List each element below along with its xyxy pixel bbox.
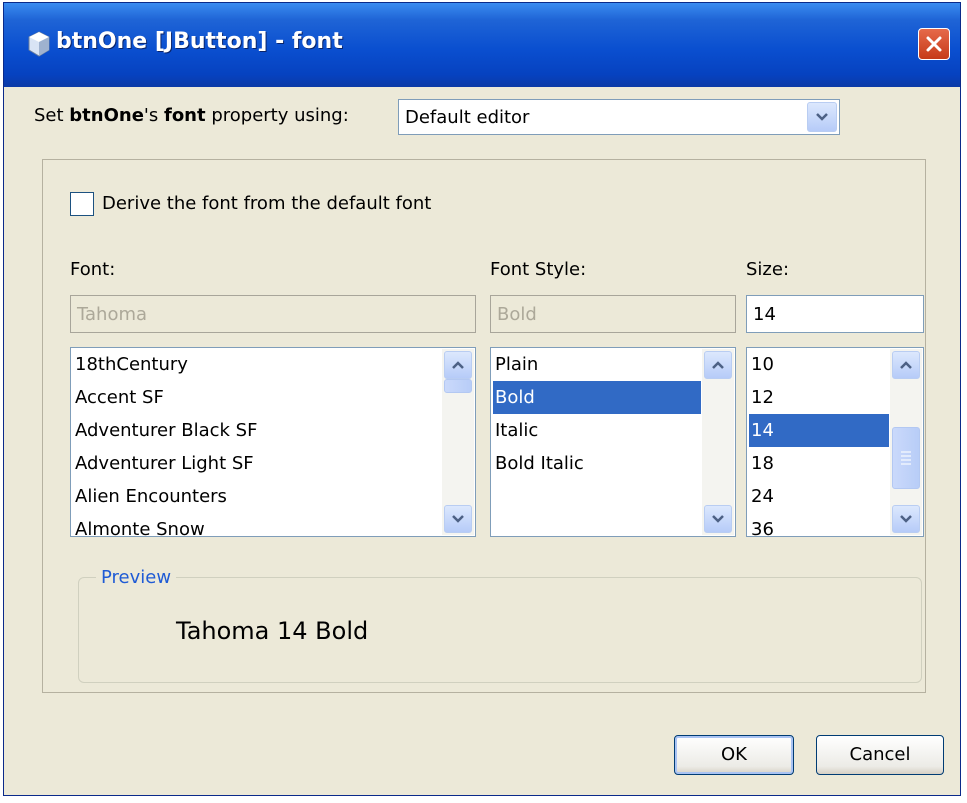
dialog-content: Set btnOne's font property using: Defaul… bbox=[8, 87, 956, 791]
font-style-field[interactable]: Bold bbox=[490, 295, 736, 333]
derive-font-label: Derive the font from the default font bbox=[102, 193, 432, 214]
editor-prompt: Set btnOne's font property using: bbox=[34, 105, 349, 126]
close-icon bbox=[926, 36, 942, 52]
list-item[interactable]: 10 bbox=[749, 348, 889, 381]
scroll-down-button[interactable] bbox=[444, 505, 472, 533]
component-name: btnOne bbox=[69, 105, 144, 126]
list-item[interactable]: 18 bbox=[749, 447, 889, 480]
scroll-up-button[interactable] bbox=[704, 351, 732, 379]
size-field[interactable]: 14 bbox=[746, 295, 924, 333]
size-list-scrollbar[interactable] bbox=[890, 349, 922, 535]
list-item-selected[interactable]: 14 bbox=[749, 414, 889, 447]
size-label: Size: bbox=[746, 259, 790, 280]
grip-icon bbox=[901, 451, 911, 465]
font-style-list-scrollbar[interactable] bbox=[702, 349, 734, 535]
list-item[interactable]: Italic bbox=[493, 414, 701, 447]
derive-font-checkbox[interactable] bbox=[70, 192, 94, 216]
list-item[interactable]: 12 bbox=[749, 381, 889, 414]
chevron-down-icon bbox=[900, 515, 912, 523]
font-name-field[interactable]: Tahoma bbox=[70, 295, 476, 333]
scroll-up-button[interactable] bbox=[444, 351, 472, 379]
list-item[interactable]: 24 bbox=[749, 480, 889, 513]
scroll-down-button[interactable] bbox=[892, 505, 920, 533]
property-name: font bbox=[163, 105, 206, 126]
font-label: Font: bbox=[70, 259, 116, 280]
list-item[interactable]: Adventurer Black SF bbox=[73, 414, 257, 447]
preview-sample-text: Tahoma 14 Bold bbox=[176, 617, 369, 645]
font-list-scrollbar[interactable] bbox=[442, 349, 474, 535]
chevron-down-icon bbox=[712, 515, 724, 523]
scroll-down-button[interactable] bbox=[704, 505, 732, 533]
window-title: btnOne [JButton] - font bbox=[56, 29, 343, 54]
list-item[interactable]: 18thCentury bbox=[73, 348, 188, 381]
font-style-list[interactable]: Plain Bold Italic Bold Italic bbox=[490, 347, 736, 537]
title-bar[interactable]: btnOne [JButton] - font bbox=[4, 3, 960, 87]
list-item[interactable]: Almonte Snow bbox=[73, 513, 205, 536]
editor-select[interactable]: Default editor bbox=[398, 99, 840, 135]
chevron-up-icon bbox=[712, 361, 724, 369]
list-item[interactable]: Plain bbox=[493, 348, 701, 381]
font-list[interactable]: 18thCentury Accent SF Adventurer Black S… bbox=[70, 347, 476, 537]
list-item[interactable]: Accent SF bbox=[73, 381, 164, 414]
list-item[interactable]: Adventurer Light SF bbox=[73, 447, 254, 480]
bean-icon bbox=[28, 31, 50, 57]
font-style-label: Font Style: bbox=[490, 259, 587, 280]
scroll-up-button[interactable] bbox=[892, 351, 920, 379]
list-item[interactable]: Alien Encounters bbox=[73, 480, 227, 513]
scroll-thumb[interactable] bbox=[444, 379, 472, 393]
ok-button[interactable]: OK bbox=[674, 735, 794, 775]
list-item-selected[interactable]: Bold bbox=[493, 381, 701, 414]
size-list[interactable]: 10 12 14 18 24 36 bbox=[746, 347, 924, 537]
close-button[interactable] bbox=[918, 28, 950, 60]
chevron-up-icon bbox=[452, 361, 464, 369]
chevron-up-icon bbox=[900, 361, 912, 369]
chevron-down-icon bbox=[816, 113, 828, 121]
preview-legend: Preview bbox=[96, 567, 177, 588]
cancel-button[interactable]: Cancel bbox=[816, 735, 944, 775]
font-dialog: btnOne [JButton] - font Set btnOne's fon… bbox=[3, 2, 961, 796]
editor-select-value: Default editor bbox=[405, 107, 530, 128]
chevron-down-icon bbox=[452, 515, 464, 523]
list-item[interactable]: 36 bbox=[749, 513, 889, 536]
editor-select-dropdown-button[interactable] bbox=[807, 102, 837, 132]
list-item[interactable]: Bold Italic bbox=[493, 447, 701, 480]
scroll-thumb[interactable] bbox=[892, 427, 920, 489]
